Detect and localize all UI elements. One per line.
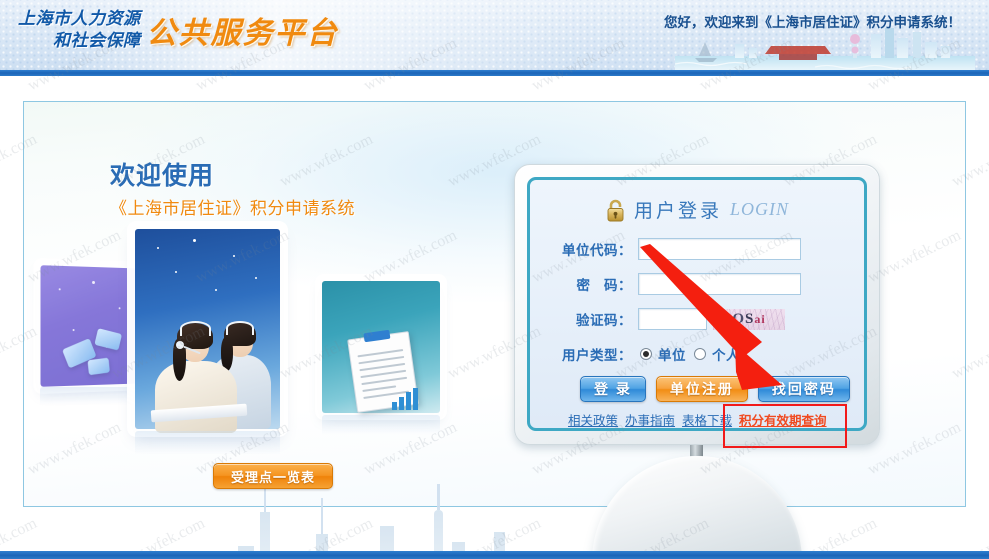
user-type-option-individual: 个人 <box>712 348 740 363</box>
service-points-list-button[interactable]: 受理点一览表 <box>213 463 333 489</box>
link-form-download[interactable]: 表格下载 <box>682 414 732 428</box>
footer-bar <box>0 551 989 559</box>
unit-code-input[interactable] <box>638 238 801 260</box>
welcome-block: 欢迎使用 《上海市居住证》积分申请系统 <box>110 161 355 222</box>
link-related-policy[interactable]: 相关政策 <box>568 414 618 428</box>
logo-line-2: 和社会保障 <box>53 31 141 50</box>
illustration-barchart-icon <box>392 388 422 410</box>
user-type-radio-individual[interactable] <box>694 348 706 360</box>
illustration-panel-main <box>135 229 280 433</box>
welcome-title: 欢迎使用 <box>110 162 215 190</box>
padlock-icon <box>605 198 626 222</box>
login-title-en: LOGIN <box>730 199 790 219</box>
link-points-validity-query[interactable]: 积分有效期查询 <box>739 414 827 428</box>
user-type-radio-company[interactable] <box>640 348 652 360</box>
link-service-guide[interactable]: 办事指南 <box>625 414 675 428</box>
captcha-image[interactable]: OSai <box>713 308 785 330</box>
captcha-char-4: i <box>761 311 766 326</box>
captcha-label: 验证码： <box>576 313 632 328</box>
login-button-row: 登 录 单位注册 找回密码 <box>580 376 850 402</box>
header-divider-bar <box>0 70 989 76</box>
captcha-char-1: O <box>732 310 745 327</box>
login-button[interactable]: 登 录 <box>580 376 646 402</box>
illustration-panel-left-reflection <box>40 387 148 413</box>
site-logo[interactable]: 上海市人力资源 和社会保障 公共服务平台 <box>18 8 339 52</box>
password-row: 密码： <box>556 272 801 296</box>
captcha-row: 验证码： OSai <box>556 307 785 331</box>
page-root: 上海市人力资源 和社会保障 公共服务平台 您好，欢迎来到《上海市居住证》积分申请… <box>0 0 989 559</box>
captcha-char-2: S <box>744 310 755 327</box>
captcha-input[interactable] <box>638 308 707 330</box>
user-type-row: 用户类型： 单位 个人 <box>556 342 740 366</box>
welcome-subtitle: 《上海市居住证》积分申请系统 <box>110 199 355 218</box>
header-welcome-message: 您好，欢迎来到《上海市居住证》积分申请系统！ <box>664 15 961 30</box>
unit-code-row: 单位代码： <box>556 237 801 261</box>
monitor-base <box>592 456 802 559</box>
login-title: 用户登录 <box>633 201 722 222</box>
unit-code-label: 单位代码： <box>562 243 632 258</box>
illustration-panel-doc-reflection <box>322 415 440 443</box>
password-label: 密码： <box>556 274 632 294</box>
logo-platform-name: 公共服务平台 <box>146 17 339 50</box>
monitor-illustration: 用户登录 LOGIN 单位代码： 密码： 验证码： OSai 用户类型： 单位 … <box>514 164 880 559</box>
logo-line-1: 上海市人力资源 <box>18 9 141 28</box>
captcha-char-3: a <box>754 311 762 326</box>
site-header: 上海市人力资源 和社会保障 公共服务平台 您好，欢迎来到《上海市居住证》积分申请… <box>0 0 989 70</box>
password-input[interactable] <box>638 273 801 295</box>
login-header: 用户登录 LOGIN <box>530 196 864 223</box>
user-type-label: 用户类型： <box>562 348 632 363</box>
company-register-button[interactable]: 单位注册 <box>655 376 748 402</box>
illustration-panel-left <box>40 265 145 387</box>
login-panel: 用户登录 LOGIN 单位代码： 密码： 验证码： OSai 用户类型： 单位 … <box>527 177 867 431</box>
user-type-option-company: 单位 <box>658 348 686 363</box>
hero-illustration <box>0 225 520 559</box>
password-label-char1: 密 <box>576 278 604 293</box>
logo-agency-name: 上海市人力资源 和社会保障 <box>18 8 141 52</box>
retrieve-password-button[interactable]: 找回密码 <box>757 376 850 402</box>
login-links: 相关政策办事指南表格下载积分有效期查询 积分模拟打分 <box>568 412 858 428</box>
password-label-char2: 码： <box>604 278 632 293</box>
illustration-panel-main-reflection <box>135 431 280 465</box>
